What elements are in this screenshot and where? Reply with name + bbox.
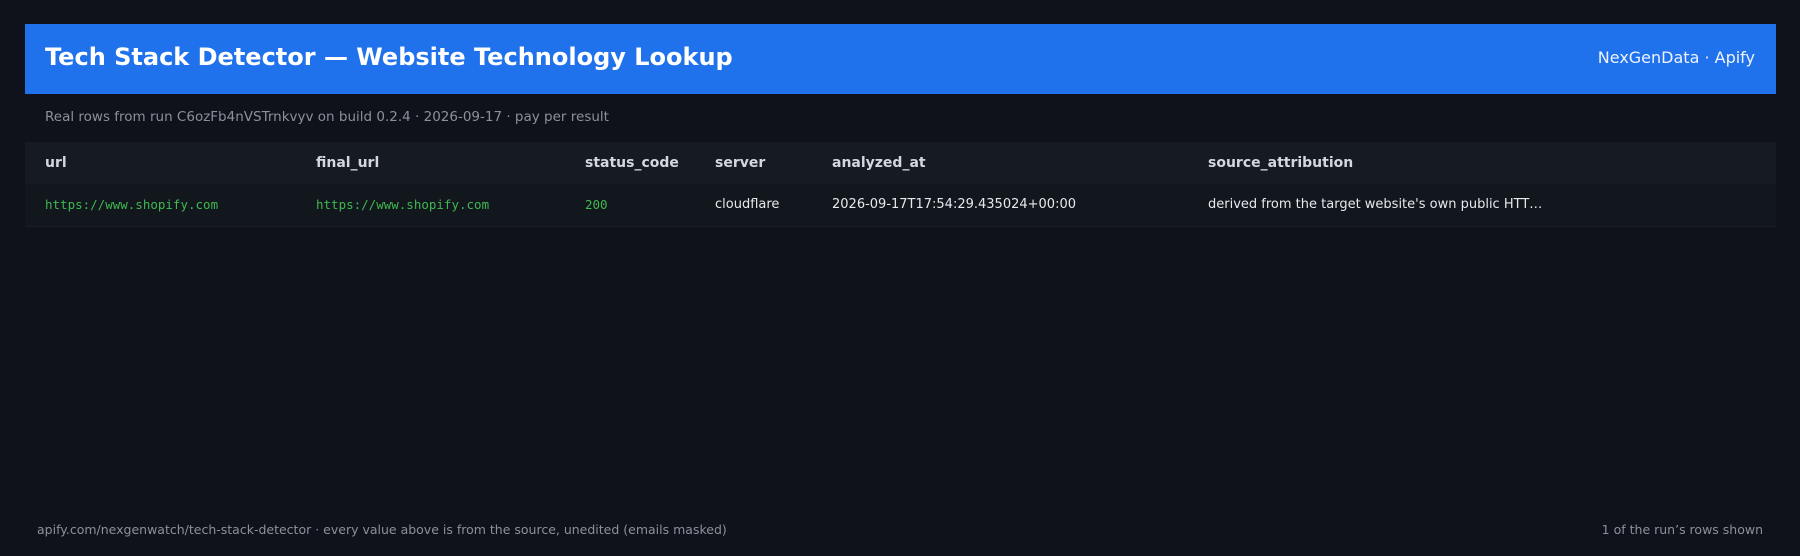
- table-header-row: url final_url status_code server analyze…: [25, 142, 1776, 184]
- header-bar: Tech Stack Detector — Website Technology…: [25, 24, 1776, 94]
- column-header-analyzed-at[interactable]: analyzed_at: [832, 142, 926, 184]
- column-header-server[interactable]: server: [715, 142, 765, 184]
- footer-row-count: 1 of the run’s rows shown: [1601, 522, 1763, 537]
- cell-server: cloudflare: [715, 197, 780, 212]
- cell-final-url[interactable]: https://www.shopify.com: [316, 184, 489, 226]
- column-header-url[interactable]: url: [45, 142, 67, 184]
- results-table: url final_url status_code server analyze…: [25, 142, 1776, 227]
- cell-source-attribution: derived from the target website's own pu…: [1208, 197, 1543, 212]
- column-header-source-attribution[interactable]: source_attribution: [1208, 142, 1353, 184]
- page-title: Tech Stack Detector — Website Technology…: [45, 43, 733, 71]
- footer-source-note: apify.com/nexgenwatch/tech-stack-detecto…: [37, 522, 727, 537]
- cell-analyzed-at: 2026-09-17T17:54:29.435024+00:00: [832, 197, 1076, 212]
- table-row: https://www.shopify.com https://www.shop…: [25, 184, 1776, 227]
- cell-status-code: 200: [585, 197, 608, 212]
- cell-url[interactable]: https://www.shopify.com: [45, 184, 218, 226]
- run-subtitle: Real rows from run C6ozFb4nVSTrnkvyv on …: [45, 109, 609, 125]
- column-header-final-url[interactable]: final_url: [316, 142, 379, 184]
- column-header-status-code[interactable]: status_code: [585, 142, 679, 184]
- brand-label: NexGenData · Apify: [1597, 48, 1755, 67]
